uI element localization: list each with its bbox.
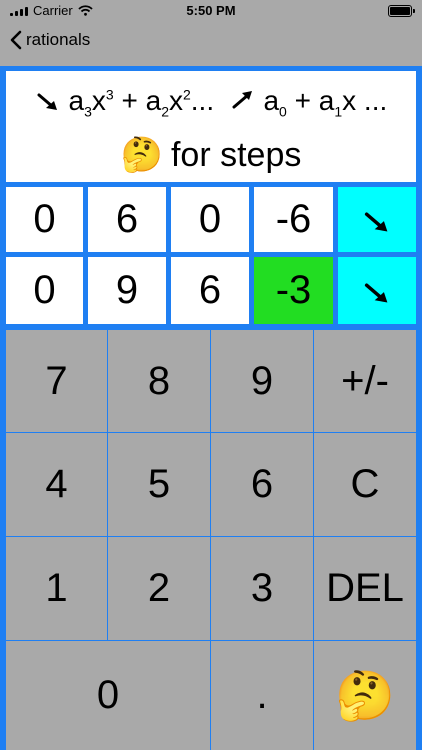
solve-descending-button[interactable] (338, 187, 416, 252)
battery-icon (388, 5, 415, 17)
formula-term: x (91, 85, 106, 116)
steps-hint: 🤔 for steps (6, 135, 416, 175)
formula-subscript: 0 (279, 103, 287, 120)
key-7[interactable]: 7 (6, 330, 107, 432)
formula-term: x (168, 85, 183, 116)
steps-label: for steps (170, 136, 302, 174)
key-9[interactable]: 9 (211, 330, 313, 432)
formula-exponent: 3 (105, 86, 114, 103)
arrow-down-right-icon (364, 283, 388, 303)
formula-term: a (68, 85, 85, 116)
clock: 5:50 PM (186, 3, 236, 18)
key-2[interactable]: 2 (108, 537, 210, 640)
clear-button[interactable]: C (314, 433, 416, 536)
key-3[interactable]: 3 (211, 537, 313, 640)
coefficient-cell[interactable]: 9 (88, 257, 166, 324)
key-6[interactable]: 6 (211, 433, 313, 536)
calculator-frame: a3x3 + a2x2... a0 + a1x ... 🤔 for steps 0… (0, 66, 422, 750)
back-button-label: rationals (26, 30, 91, 49)
coefficient-cell-selected[interactable]: -3 (254, 257, 333, 324)
formula-header[interactable]: a3x3 + a2x2... a0 + a1x ... 🤔 for steps (6, 71, 416, 182)
solve-descending-button[interactable] (338, 257, 416, 324)
back-chevron-icon (10, 30, 22, 50)
coefficient-cell[interactable]: 0 (171, 187, 249, 252)
formula-ellipsis: ... (356, 85, 388, 116)
back-button[interactable]: rationals (10, 30, 90, 50)
key-0[interactable]: 0 (6, 641, 210, 750)
formula-subscript: 2 (161, 103, 169, 120)
arrow-down-right-icon (364, 212, 388, 232)
key-4[interactable]: 4 (6, 433, 107, 536)
formula-operator: + (113, 85, 146, 116)
coefficient-cell[interactable]: 0 (6, 257, 83, 324)
status-bar: Carrier 5:50 PM (0, 0, 422, 22)
thinking-face-icon: 🤔 (120, 136, 163, 174)
arrow-up-right-icon (232, 91, 252, 109)
polynomial-formula: a3x3 + a2x2... a0 + a1x ... (6, 85, 416, 120)
delete-button[interactable]: DEL (314, 537, 416, 640)
navigation-bar: rationals (0, 22, 422, 66)
coefficient-cell[interactable]: 6 (171, 257, 249, 324)
formula-term: a (318, 85, 335, 116)
coefficient-cell[interactable]: 0 (6, 187, 83, 252)
formula-term: a (263, 85, 280, 116)
formula-operator: + (286, 85, 319, 116)
key-8[interactable]: 8 (108, 330, 210, 432)
formula-ellipsis: ... (190, 85, 215, 116)
key-1[interactable]: 1 (6, 537, 107, 640)
coefficient-cell[interactable]: -6 (254, 187, 333, 252)
formula-exponent: 2 (182, 86, 191, 103)
key-5[interactable]: 5 (108, 433, 210, 536)
decimal-point-button[interactable]: . (211, 641, 313, 750)
formula-term: a (145, 85, 162, 116)
coefficient-cell[interactable]: 6 (88, 187, 166, 252)
formula-subscript: 3 (84, 103, 92, 120)
formula-term: x (342, 85, 357, 116)
formula-subscript: 1 (334, 103, 343, 120)
arrow-down-right-icon (37, 93, 57, 110)
thinking-face-icon: 🤔 (335, 670, 395, 723)
toggle-sign-button[interactable]: +/- (314, 330, 416, 432)
show-steps-button[interactable]: 🤔 (314, 641, 416, 750)
